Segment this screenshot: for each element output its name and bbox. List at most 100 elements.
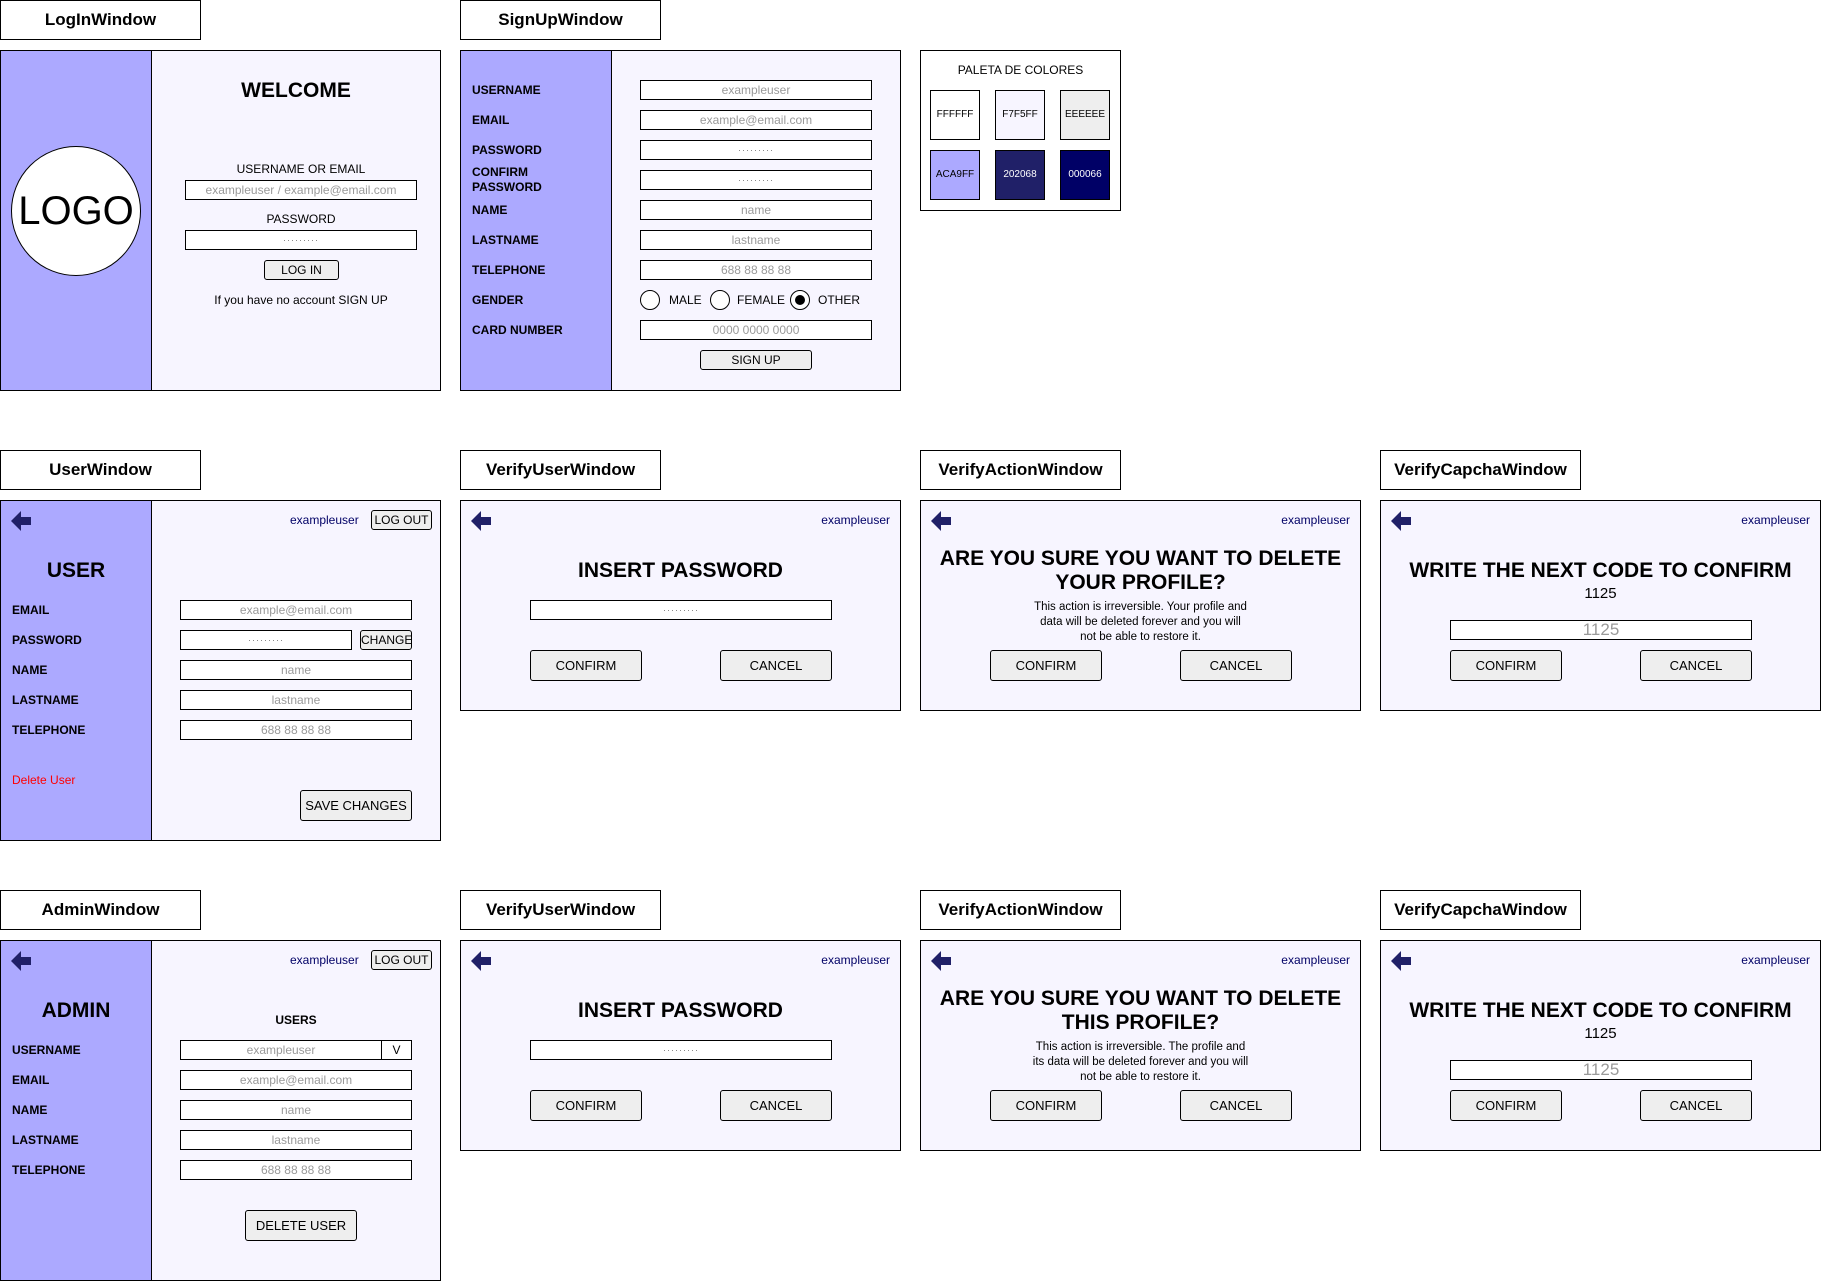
verify-user-heading: INSERT PASSWORD [578,559,783,582]
save-changes-button[interactable]: SAVE CHANGES [300,790,412,821]
verify-action-window: exampleuser ARE YOU SURE YOU WANT TO DEL… [920,940,1361,1151]
gender-other-label: OTHER [818,293,860,307]
delete-user-link[interactable]: Delete User [12,773,75,787]
username-display: exampleuser [290,513,359,527]
delete-user-button[interactable]: DELETE USER [245,1210,357,1241]
captcha-input[interactable]: 1125 [1450,1060,1752,1080]
palette-panel: PALETA DE COLORES FFFFFF F7F5FF EEEEEE A… [920,50,1121,211]
gender-male-radio[interactable] [640,290,660,310]
cancel-button[interactable]: CANCEL [1180,1090,1292,1121]
confirm-button[interactable]: CONFIRM [530,650,642,681]
back-arrow-icon[interactable] [471,511,491,531]
verify-action-heading: ARE YOU SURE YOU WANT TO DELETE THIS PRO… [939,987,1342,1034]
username-display: exampleuser [1281,513,1350,527]
radio-selected-dot [795,295,805,305]
signup-label-card-number: CARD NUMBER [472,323,563,337]
verify-user-heading: INSERT PASSWORD [578,999,783,1022]
captcha-code: 1125 [1584,1025,1617,1042]
back-arrow-icon[interactable] [471,951,491,971]
verify-user-window-title: VerifyUserWindow [460,890,661,930]
verify-password-input[interactable]: ········· [530,600,832,620]
username-display: exampleuser [1281,953,1350,967]
signup-name-input[interactable]: name [640,200,872,220]
admin-lastname-input[interactable]: lastname [180,1130,412,1150]
verify-user-window: exampleuser INSERT PASSWORD ········· CO… [460,500,901,711]
admin-telephone-input[interactable]: 688 88 88 88 [180,1160,412,1180]
admin-label-email: EMAIL [12,1073,50,1087]
signup-window: USERNAME EMAIL PASSWORD CONFIRM PASSWORD… [460,50,901,391]
user-name-input[interactable]: name [180,660,412,680]
signup-link[interactable]: If you have no account SIGN UP [151,293,451,307]
logout-button[interactable]: LOG OUT [371,950,432,970]
cancel-button[interactable]: CANCEL [1640,650,1752,681]
confirm-button[interactable]: CONFIRM [530,1090,642,1121]
signup-lastname-input[interactable]: lastname [640,230,872,250]
user-window-title: UserWindow [0,450,201,490]
cancel-button[interactable]: CANCEL [720,1090,832,1121]
swatch-202068: 202068 [995,150,1045,200]
back-arrow-icon[interactable] [11,511,31,531]
gender-male-label: MALE [669,293,702,307]
admin-email-input[interactable]: example@email.com [180,1070,412,1090]
signup-password-input[interactable]: ········· [640,140,872,160]
back-arrow-icon[interactable] [1391,511,1411,531]
user-label-telephone: TELEPHONE [12,723,86,737]
admin-label-lastname: LASTNAME [12,1133,79,1147]
back-arrow-icon[interactable] [931,511,951,531]
back-arrow-icon[interactable] [931,951,951,971]
cancel-button[interactable]: CANCEL [720,650,832,681]
user-label-password: PASSWORD [12,633,82,647]
confirm-button[interactable]: CONFIRM [1450,650,1562,681]
signup-label-password: PASSWORD [472,143,542,157]
dropdown-toggle[interactable]: V [381,1040,412,1060]
signup-button[interactable]: SIGN UP [700,350,812,370]
signup-telephone-input[interactable]: 688 88 88 88 [640,260,872,280]
back-arrow-icon[interactable] [11,951,31,971]
swatch-aca9ff: ACA9FF [930,150,980,200]
logout-button[interactable]: LOG OUT [371,510,432,530]
admin-window-title: AdminWindow [0,890,201,930]
user-telephone-input[interactable]: 688 88 88 88 [180,720,412,740]
username-display: exampleuser [1741,513,1810,527]
signup-label-confirm-password: CONFIRM PASSWORD [472,165,542,194]
signup-username-input[interactable]: exampleuser [640,80,872,100]
signup-confirm-password-input[interactable]: ········· [640,170,872,190]
confirm-button[interactable]: CONFIRM [990,650,1102,681]
cancel-button[interactable]: CANCEL [1640,1090,1752,1121]
user-window: USER exampleuser LOG OUT EMAIL PASSWORD … [0,500,441,841]
signup-label-username: USERNAME [472,83,541,97]
admin-name-input[interactable]: name [180,1100,412,1120]
login-sidebar: LOGO [1,51,152,390]
confirm-button[interactable]: CONFIRM [990,1090,1102,1121]
user-lastname-input[interactable]: lastname [180,690,412,710]
user-label-name: NAME [12,663,48,677]
login-window: LOGO WELCOME USERNAME OR EMAIL exampleus… [0,50,441,391]
verify-user-window: exampleuser INSERT PASSWORD ········· CO… [460,940,901,1151]
back-arrow-icon[interactable] [1391,951,1411,971]
admin-window: ADMIN exampleuser LOG OUT USERS USERNAME… [0,940,441,1281]
cancel-button[interactable]: CANCEL [1180,650,1292,681]
user-label-email: EMAIL [12,603,50,617]
admin-heading: ADMIN [41,999,111,1022]
login-pass-input[interactable]: ········· [185,230,417,250]
gender-other-radio[interactable] [790,290,810,310]
verify-action-text: This action is irreversible. Your profil… [1034,601,1247,643]
user-password-input[interactable]: ········· [180,630,352,650]
user-email-input[interactable]: example@email.com [180,600,412,620]
change-password-button[interactable]: CHANGE [360,630,412,650]
verify-password-input[interactable]: ········· [530,1040,832,1060]
signup-sidebar [461,51,612,390]
signup-card-number-input[interactable]: 0000 0000 0000 [640,320,872,340]
swatch-f7f5ff: F7F5FF [995,90,1045,140]
login-user-label: USERNAME OR EMAIL [236,162,366,176]
admin-label-username: USERNAME [12,1043,81,1057]
verify-captcha-window-title: VerifyCapchaWindow [1380,450,1581,490]
login-button[interactable]: LOG IN [264,260,339,280]
captcha-input[interactable]: 1125 [1450,620,1752,640]
confirm-button[interactable]: CONFIRM [1450,1090,1562,1121]
verify-action-window-title: VerifyActionWindow [920,450,1121,490]
login-user-input[interactable]: exampleuser / example@email.com [185,180,417,200]
gender-female-radio[interactable] [710,290,730,310]
admin-username-select[interactable]: exampleuser [180,1040,382,1060]
signup-email-input[interactable]: example@email.com [640,110,872,130]
